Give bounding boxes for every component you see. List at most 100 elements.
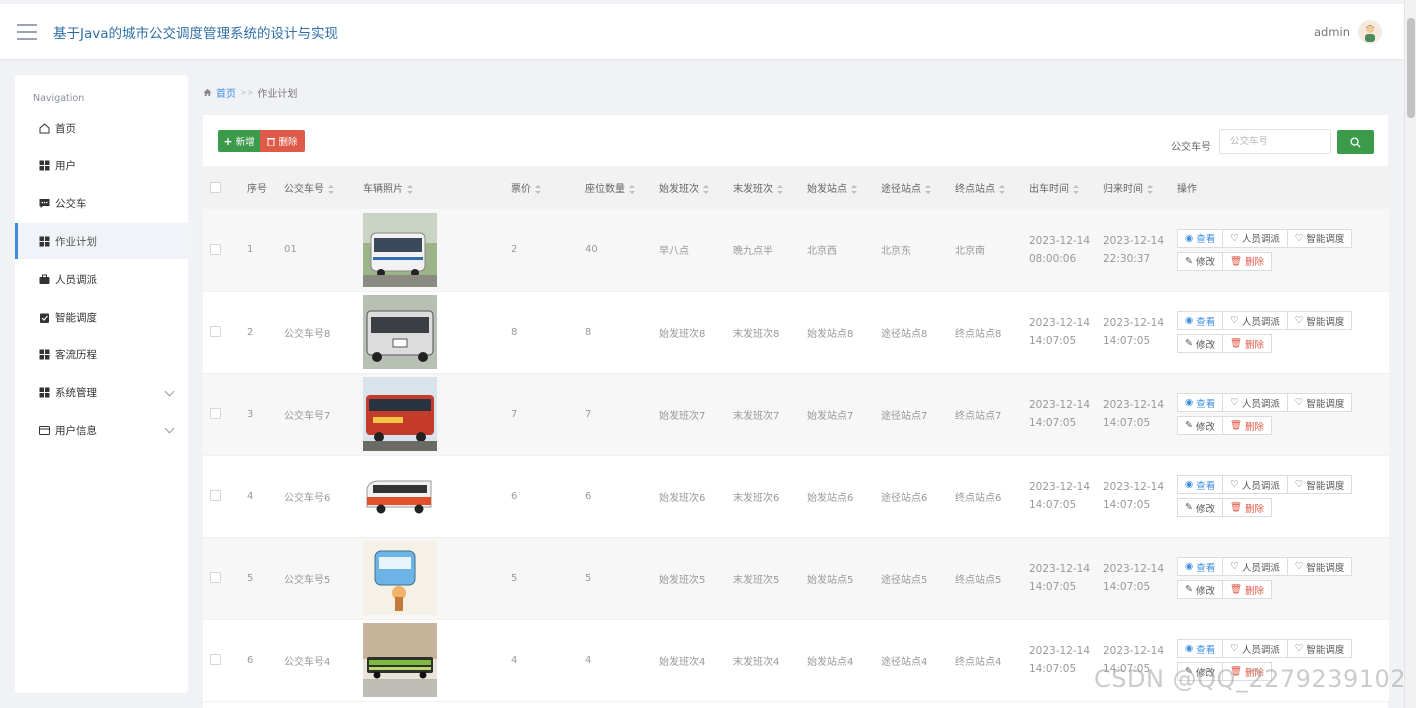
view-button[interactable]: ◉ 查看 xyxy=(1177,639,1224,658)
bus-photo[interactable] xyxy=(363,377,437,451)
schedule-button[interactable]: ♡ 智能调度 xyxy=(1286,557,1353,576)
edit-button[interactable]: ✎ 修改 xyxy=(1177,580,1223,599)
breadcrumb-home[interactable]: 首页 xyxy=(216,85,236,100)
menu-toggle-icon[interactable] xyxy=(17,23,37,40)
dispatch-button[interactable]: ♡ 人员调派 xyxy=(1222,639,1288,658)
row-checkbox[interactable] xyxy=(210,654,221,666)
bus-photo[interactable] xyxy=(363,541,437,615)
sidebar-item-5[interactable]: 智能调度 xyxy=(15,299,188,335)
scrollbar-thumb[interactable] xyxy=(1407,18,1415,118)
delete-button[interactable]: 删除 xyxy=(260,130,305,152)
user-name[interactable]: admin xyxy=(1314,25,1350,39)
column-header-first-trip[interactable]: 始发班次 xyxy=(652,166,726,209)
bus-photo[interactable] xyxy=(363,295,437,369)
row-delete-button[interactable]: 🗑 删除 xyxy=(1221,580,1273,599)
sort-icon[interactable] xyxy=(777,184,783,194)
dispatch-button[interactable]: ♡ 人员调派 xyxy=(1222,311,1288,330)
avatar[interactable] xyxy=(1358,20,1382,44)
select-all-header[interactable] xyxy=(203,166,240,209)
dispatch-button[interactable]: ♡ 人员调派 xyxy=(1222,475,1288,494)
sort-icon[interactable] xyxy=(407,184,413,194)
sort-icon[interactable] xyxy=(535,184,541,194)
dispatch-button[interactable]: ♡ 人员调派 xyxy=(1222,228,1288,248)
column-header-photo[interactable]: 车辆照片 xyxy=(356,166,504,209)
row-select-cell[interactable] xyxy=(203,291,240,374)
sidebar-item-8[interactable]: 用户信息 xyxy=(15,412,188,448)
row-select-cell[interactable] xyxy=(203,455,240,538)
edit-icon: ✎ xyxy=(1185,338,1193,349)
row-checkbox[interactable] xyxy=(210,572,221,584)
search-button[interactable] xyxy=(1337,130,1374,154)
row-select-cell[interactable] xyxy=(203,373,240,456)
cell-return-time: 2023-12-14 22:30:37 xyxy=(1096,209,1170,292)
view-button[interactable]: ◉ 查看 xyxy=(1177,311,1224,330)
column-header-seats[interactable]: 座位数量 xyxy=(578,166,652,209)
column-header-bus-no[interactable]: 公交车号 xyxy=(277,166,356,209)
sort-icon[interactable] xyxy=(1147,184,1153,194)
edit-button[interactable]: ✎ 修改 xyxy=(1177,416,1223,435)
view-button[interactable]: ◉ 查看 xyxy=(1177,228,1224,248)
dispatch-button[interactable]: ♡ 人员调派 xyxy=(1222,393,1288,412)
row-checkbox[interactable] xyxy=(210,244,221,255)
row-select-cell[interactable] xyxy=(203,537,240,620)
sidebar-item-2[interactable]: 公交车 xyxy=(15,186,188,222)
sort-icon[interactable] xyxy=(328,184,334,194)
edit-button[interactable]: ✎ 修改 xyxy=(1177,662,1223,681)
row-delete-button[interactable]: 🗑 删除 xyxy=(1221,416,1273,435)
schedule-button[interactable]: ♡ 智能调度 xyxy=(1286,311,1353,330)
edit-button[interactable]: ✎ 修改 xyxy=(1177,498,1223,517)
dispatch-button[interactable]: ♡ 人员调派 xyxy=(1222,557,1288,576)
sidebar-item-1[interactable]: 用户 xyxy=(15,148,188,184)
heart-icon: ♡ xyxy=(1294,643,1304,654)
sidebar-item-6[interactable]: 客流历程 xyxy=(15,337,188,373)
sidebar-item-4[interactable]: 人员调派 xyxy=(15,261,188,297)
sort-icon[interactable] xyxy=(703,184,709,194)
view-button[interactable]: ◉ 查看 xyxy=(1177,475,1224,494)
view-button[interactable]: ◉ 查看 xyxy=(1177,557,1224,576)
add-button[interactable]: + 新增 xyxy=(218,130,260,152)
trash-icon: 🗑 xyxy=(1229,255,1243,267)
sort-icon[interactable] xyxy=(851,184,857,194)
cell-photo xyxy=(356,209,504,292)
sort-icon[interactable] xyxy=(999,184,1005,194)
sort-icon[interactable] xyxy=(629,184,635,194)
schedule-button[interactable]: ♡ 智能调度 xyxy=(1286,393,1353,412)
page-scrollbar[interactable] xyxy=(1404,0,1416,708)
row-delete-button[interactable]: 🗑 删除 xyxy=(1221,662,1273,681)
column-header-depart-time[interactable]: 出车时间 xyxy=(1022,166,1096,209)
sort-icon[interactable] xyxy=(925,184,931,194)
row-delete-button[interactable]: 🗑 删除 xyxy=(1221,251,1273,271)
column-header-last-trip[interactable]: 末发班次 xyxy=(726,166,800,209)
schedule-button[interactable]: ♡ 智能调度 xyxy=(1286,475,1353,494)
cell-fare: 4 xyxy=(504,619,578,702)
column-header-end-station[interactable]: 终点站点 xyxy=(948,166,1022,209)
schedule-button[interactable]: ♡ 智能调度 xyxy=(1286,228,1353,248)
row-select-cell[interactable] xyxy=(203,209,240,292)
row-delete-button[interactable]: 🗑 删除 xyxy=(1221,498,1273,517)
row-checkbox[interactable] xyxy=(210,408,221,420)
column-header-via-station[interactable]: 途径站点 xyxy=(874,166,948,209)
row-checkbox[interactable] xyxy=(210,326,221,338)
edit-button[interactable]: ✎ 修改 xyxy=(1177,334,1223,353)
chevron-down-icon[interactable] xyxy=(164,423,175,434)
select-all-checkbox[interactable] xyxy=(210,181,221,193)
search-input[interactable] xyxy=(1219,129,1331,154)
view-button[interactable]: ◉ 查看 xyxy=(1177,393,1224,412)
sort-icon[interactable] xyxy=(1073,184,1079,194)
bus-photo[interactable] xyxy=(363,212,437,287)
bus-photo[interactable] xyxy=(363,459,437,533)
sidebar-item-0[interactable]: 首页 xyxy=(15,110,188,146)
bus-photo[interactable] xyxy=(363,623,437,697)
edit-button[interactable]: ✎ 修改 xyxy=(1177,251,1223,271)
column-header-fare[interactable]: 票价 xyxy=(504,166,578,209)
column-header-start-station[interactable]: 始发站点 xyxy=(800,166,874,209)
row-checkbox[interactable] xyxy=(210,490,221,502)
column-header-return-time[interactable]: 归来时间 xyxy=(1096,166,1170,209)
user-menu[interactable]: admin xyxy=(1314,20,1382,44)
row-select-cell[interactable] xyxy=(203,619,240,702)
sidebar-item-3[interactable]: 作业计划 xyxy=(15,223,188,260)
sidebar-item-7[interactable]: 系统管理 xyxy=(15,375,188,411)
row-delete-button[interactable]: 🗑 删除 xyxy=(1221,334,1273,353)
schedule-button[interactable]: ♡ 智能调度 xyxy=(1286,639,1353,658)
chevron-down-icon[interactable] xyxy=(164,386,175,397)
